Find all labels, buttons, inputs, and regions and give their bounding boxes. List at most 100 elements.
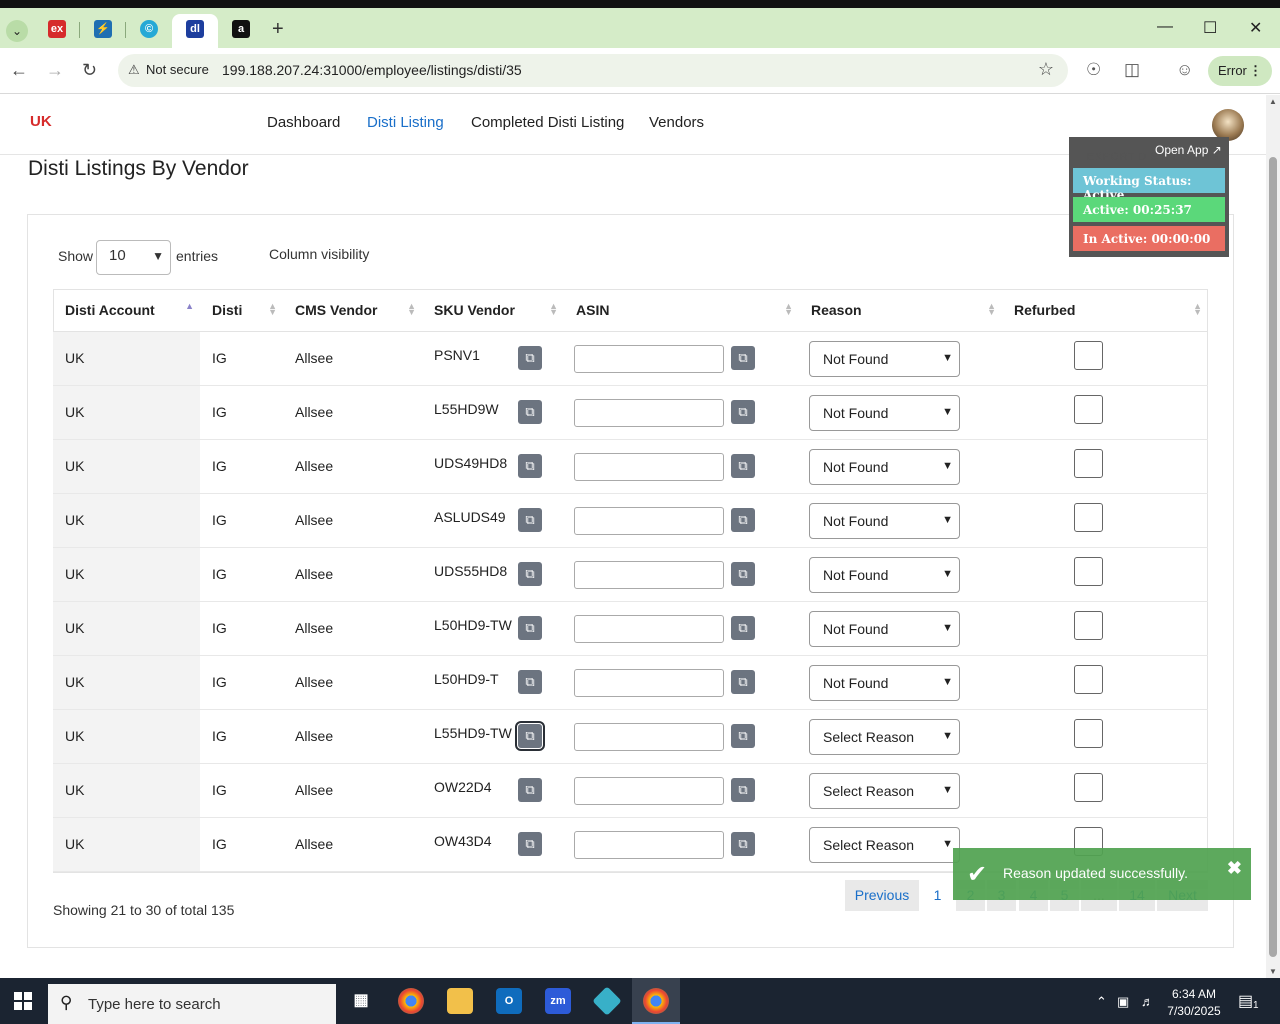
asin-input[interactable] bbox=[574, 560, 724, 589]
tab-favicon-amazon[interactable]: a bbox=[232, 20, 250, 38]
copy-asin-icon[interactable]: ⧉ bbox=[731, 669, 755, 694]
copy-asin-icon[interactable]: ⧉ bbox=[731, 507, 755, 532]
windows-start-icon[interactable] bbox=[14, 992, 32, 1010]
nav-completed-disti-listing[interactable]: Completed Disti Listing bbox=[471, 114, 624, 131]
copy-asin-icon[interactable]: ⧉ bbox=[731, 615, 755, 640]
asin-input[interactable] bbox=[574, 506, 724, 535]
zoom-icon[interactable]: zm bbox=[545, 988, 571, 1014]
forward-arrow-icon[interactable]: → bbox=[46, 60, 64, 81]
profile-icon[interactable]: ☺ bbox=[1176, 60, 1193, 80]
copy-sku-icon[interactable]: ⧉ bbox=[518, 777, 542, 802]
copy-sku-icon[interactable]: ⧉ bbox=[518, 615, 542, 640]
refurbed-checkbox[interactable] bbox=[1074, 718, 1103, 748]
scrollbar-thumb[interactable] bbox=[1269, 157, 1277, 957]
copy-asin-icon[interactable]: ⧉ bbox=[731, 345, 755, 370]
scroll-down-arrow-icon[interactable]: ▼ bbox=[1269, 967, 1277, 976]
back-arrow-icon[interactable]: ← bbox=[10, 60, 28, 81]
task-view-icon[interactable]: ▦ bbox=[348, 988, 374, 1014]
notifications-icon[interactable]: ▤ bbox=[1238, 991, 1253, 1011]
copy-asin-icon[interactable]: ⧉ bbox=[731, 399, 755, 424]
nav-dashboard[interactable]: Dashboard bbox=[267, 114, 340, 131]
refurbed-checkbox[interactable] bbox=[1074, 394, 1103, 424]
reason-select[interactable]: Select Reason ▼ bbox=[809, 826, 960, 863]
copy-sku-icon[interactable]: ⧉ bbox=[518, 507, 542, 532]
reason-select[interactable]: Not Found ▼ bbox=[809, 664, 960, 701]
system-clock[interactable]: 6:34 AM 7/30/2025 bbox=[1158, 986, 1230, 1020]
copy-asin-icon[interactable]: ⧉ bbox=[731, 777, 755, 802]
tab-search-chevron-icon[interactable]: ⌄ bbox=[6, 20, 28, 42]
header-sku-vendor[interactable]: SKU Vendor ▲ ▼ bbox=[422, 289, 564, 332]
open-app-link[interactable]: Open App ↗ bbox=[1155, 143, 1222, 157]
nav-disti-listing[interactable]: Disti Listing bbox=[367, 114, 444, 131]
diamond-app-icon[interactable] bbox=[592, 986, 622, 1016]
reason-select[interactable]: Not Found ▼ bbox=[809, 448, 960, 485]
not-secure-label[interactable]: Not secure bbox=[146, 62, 209, 77]
asin-input[interactable] bbox=[574, 614, 724, 643]
new-tab-plus-icon[interactable]: + bbox=[272, 18, 284, 41]
refurbed-checkbox[interactable] bbox=[1074, 556, 1103, 586]
header-refurbed[interactable]: Refurbed ▲ ▼ bbox=[1002, 289, 1208, 332]
copy-sku-icon[interactable]: ⧉ bbox=[518, 561, 542, 586]
asin-input[interactable] bbox=[574, 344, 724, 373]
copy-sku-icon[interactable]: ⧉ bbox=[515, 720, 545, 751]
tab-favicon-bolt[interactable]: ⚡ bbox=[94, 20, 112, 38]
column-visibility-button[interactable]: Column visibility bbox=[269, 246, 369, 262]
reason-select[interactable]: Not Found ▼ bbox=[809, 502, 960, 539]
reason-select[interactable]: Not Found ▼ bbox=[809, 340, 960, 377]
nav-vendors[interactable]: Vendors bbox=[649, 114, 704, 131]
copy-asin-icon[interactable]: ⧉ bbox=[731, 831, 755, 856]
refurbed-checkbox[interactable] bbox=[1074, 448, 1103, 478]
address-bar[interactable]: ⚠ Not secure 199.188.207.24:31000/employ… bbox=[118, 54, 1068, 87]
refurbed-checkbox[interactable] bbox=[1074, 772, 1103, 802]
volume-icon[interactable]: ♬ bbox=[1141, 994, 1154, 1009]
copy-asin-icon[interactable]: ⧉ bbox=[731, 453, 755, 478]
kebab-menu-icon[interactable]: ⋮ bbox=[1249, 56, 1262, 86]
bookmark-star-icon[interactable]: ☆ bbox=[1038, 59, 1054, 80]
copy-sku-icon[interactable]: ⧉ bbox=[518, 399, 542, 424]
asin-input[interactable] bbox=[574, 830, 724, 859]
profile-error-button[interactable]: Error ⋮ bbox=[1208, 56, 1272, 86]
page-scrollbar[interactable]: ▲ ▼ bbox=[1266, 95, 1280, 978]
close-icon[interactable]: ✖ bbox=[1227, 858, 1242, 879]
refurbed-checkbox[interactable] bbox=[1074, 502, 1103, 532]
file-explorer-icon[interactable] bbox=[447, 988, 473, 1014]
header-disti[interactable]: Disti ▲ ▼ bbox=[200, 289, 283, 332]
refurbed-checkbox[interactable] bbox=[1074, 664, 1103, 694]
minimize-icon[interactable]: — bbox=[1157, 18, 1173, 36]
tray-chevron-up-icon[interactable]: ⌃ bbox=[1096, 994, 1107, 1010]
maximize-icon[interactable]: ☐ bbox=[1203, 18, 1217, 38]
reason-select[interactable]: Select Reason ▼ bbox=[809, 718, 960, 755]
not-secure-warning-icon[interactable]: ⚠ bbox=[128, 62, 140, 78]
entries-per-page-select[interactable]: 10 ▼ bbox=[96, 240, 171, 275]
asin-input[interactable] bbox=[574, 452, 724, 481]
page-1-button[interactable]: 1 bbox=[923, 880, 952, 911]
copy-asin-icon[interactable]: ⧉ bbox=[731, 561, 755, 586]
taskbar-search-box[interactable]: ⚲ Type here to search bbox=[48, 984, 336, 1024]
asin-input[interactable] bbox=[574, 776, 724, 805]
asin-input[interactable] bbox=[574, 668, 724, 697]
previous-page-button[interactable]: Previous bbox=[845, 880, 919, 911]
header-reason[interactable]: Reason ▲ ▼ bbox=[799, 289, 1002, 332]
scroll-up-arrow-icon[interactable]: ▲ bbox=[1269, 97, 1277, 106]
copy-sku-icon[interactable]: ⧉ bbox=[518, 453, 542, 478]
reason-select[interactable]: Not Found ▼ bbox=[809, 556, 960, 593]
header-disti-account[interactable]: Disti Account ▲ bbox=[53, 289, 200, 332]
refurbed-checkbox[interactable] bbox=[1074, 340, 1103, 370]
reason-select[interactable]: Not Found ▼ bbox=[809, 610, 960, 647]
asin-input[interactable] bbox=[574, 722, 724, 751]
chrome-icon[interactable] bbox=[398, 988, 424, 1014]
header-asin[interactable]: ASIN ▲ ▼ bbox=[564, 289, 799, 332]
app-logo[interactable]: UK bbox=[30, 113, 56, 137]
copy-sku-icon[interactable]: ⧉ bbox=[518, 669, 542, 694]
refurbed-checkbox[interactable] bbox=[1074, 610, 1103, 640]
url-text[interactable]: 199.188.207.24:31000/employee/listings/d… bbox=[222, 62, 522, 78]
chrome-profile-icon[interactable] bbox=[643, 988, 669, 1014]
reason-select[interactable]: Not Found ▼ bbox=[809, 394, 960, 431]
outlook-icon[interactable]: O bbox=[496, 988, 522, 1014]
tab-favicon-dl[interactable]: dl bbox=[186, 20, 204, 38]
asin-input[interactable] bbox=[574, 398, 724, 427]
extensions-puzzle-icon[interactable]: ◫ bbox=[1124, 60, 1140, 80]
copy-asin-icon[interactable]: ⧉ bbox=[731, 723, 755, 748]
header-cms-vendor[interactable]: CMS Vendor ▲ ▼ bbox=[283, 289, 422, 332]
translate-globe-icon[interactable]: ☉ bbox=[1086, 60, 1101, 80]
